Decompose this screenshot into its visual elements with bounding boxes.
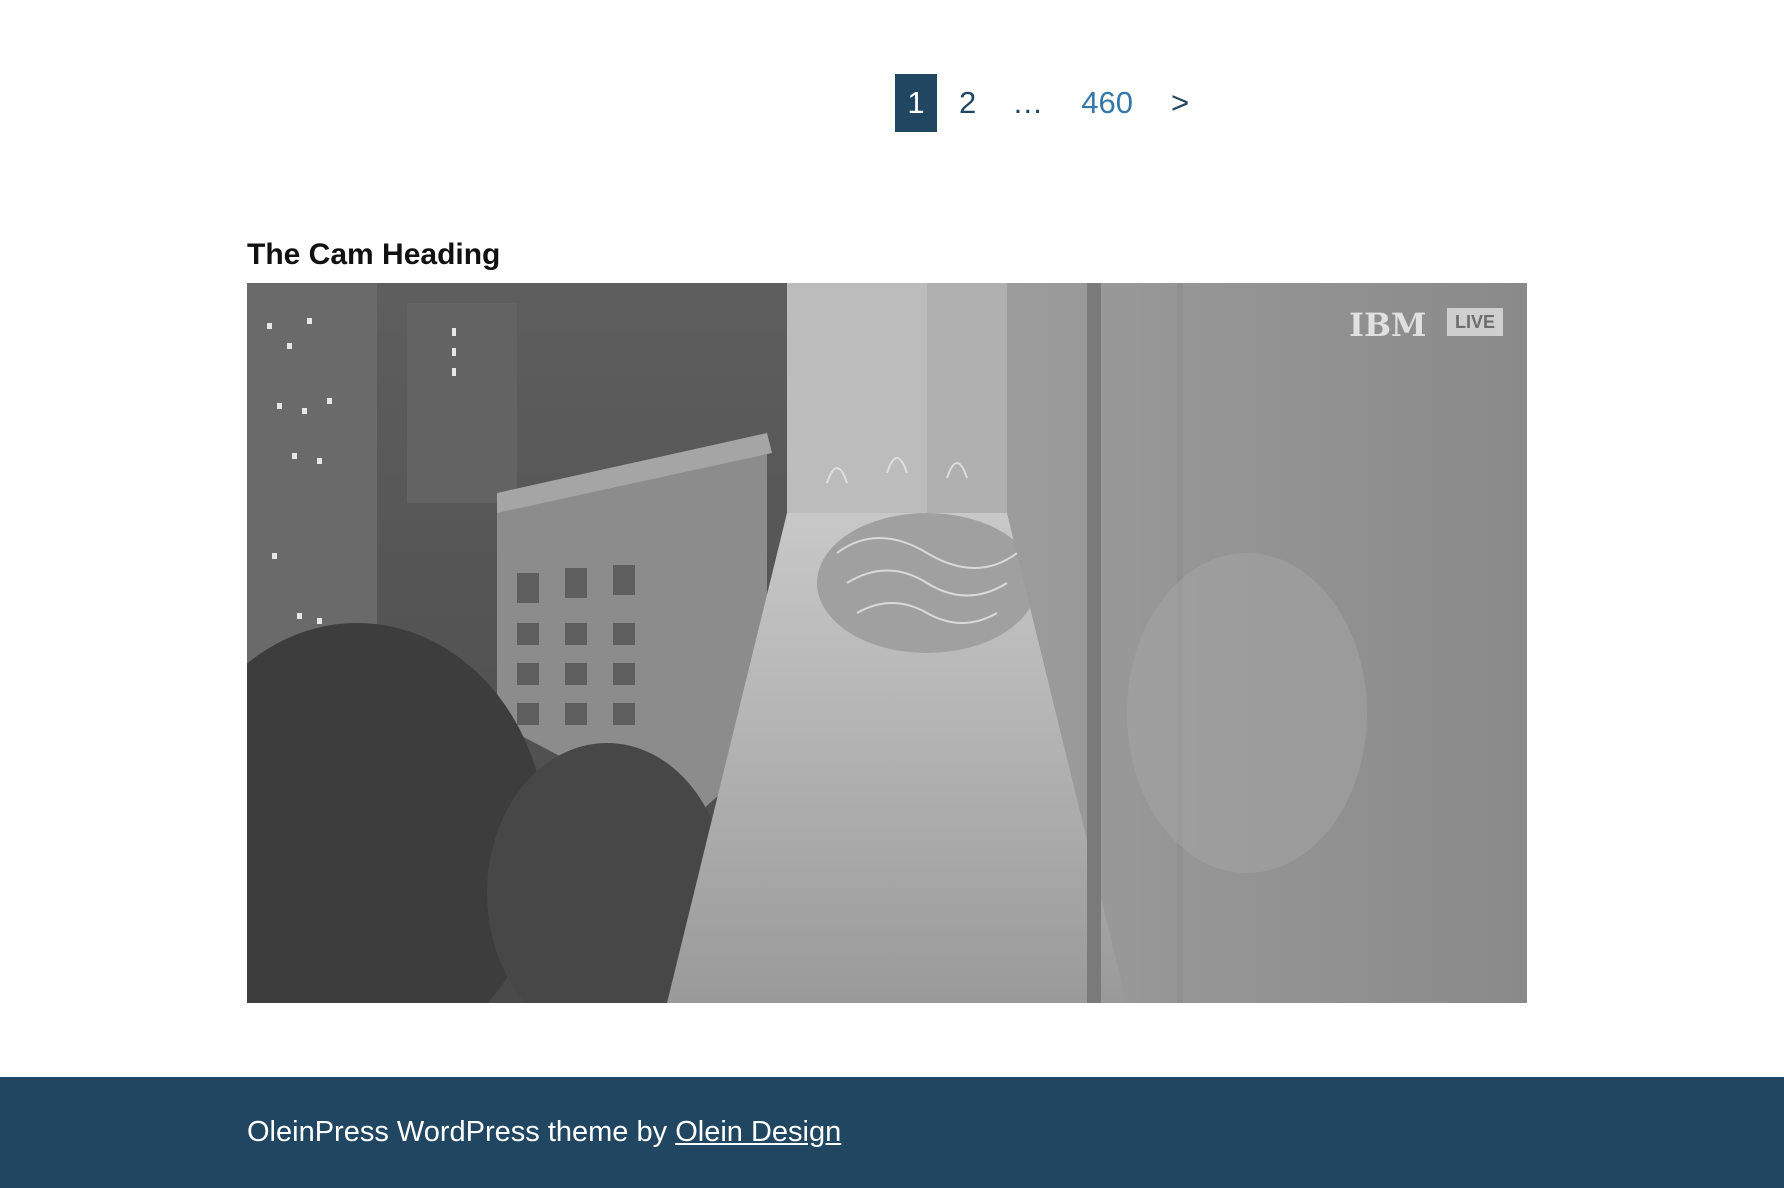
page: 1 2 … 460 > The Cam Heading IBM LIVE Ole… xyxy=(0,0,1784,1188)
cam-live-badge: LIVE xyxy=(1447,308,1503,336)
cam-brand-logo: IBM xyxy=(1349,306,1427,344)
site-footer: OleinPress WordPress theme by Olein Desi… xyxy=(0,1077,1784,1188)
cam-heading: The Cam Heading xyxy=(247,238,501,271)
footer-credit-link[interactable]: Olein Design xyxy=(675,1116,841,1148)
pagination-ellipsis: … xyxy=(1012,85,1044,120)
cam-video-frame xyxy=(247,283,1527,1003)
footer-credit-text: OleinPress WordPress theme by xyxy=(247,1116,676,1148)
pagination-page-2[interactable]: 2 xyxy=(959,85,976,121)
pagination-current-page: 1 xyxy=(895,74,937,132)
pagination: 1 2 … 460 > xyxy=(895,74,1189,132)
footer-credit: OleinPress WordPress theme by Olein Desi… xyxy=(247,1116,841,1149)
pagination-last-page[interactable]: 460 xyxy=(1081,85,1133,121)
cam-video-player[interactable]: IBM LIVE xyxy=(247,283,1527,1003)
pagination-next-button[interactable]: > xyxy=(1171,85,1189,121)
